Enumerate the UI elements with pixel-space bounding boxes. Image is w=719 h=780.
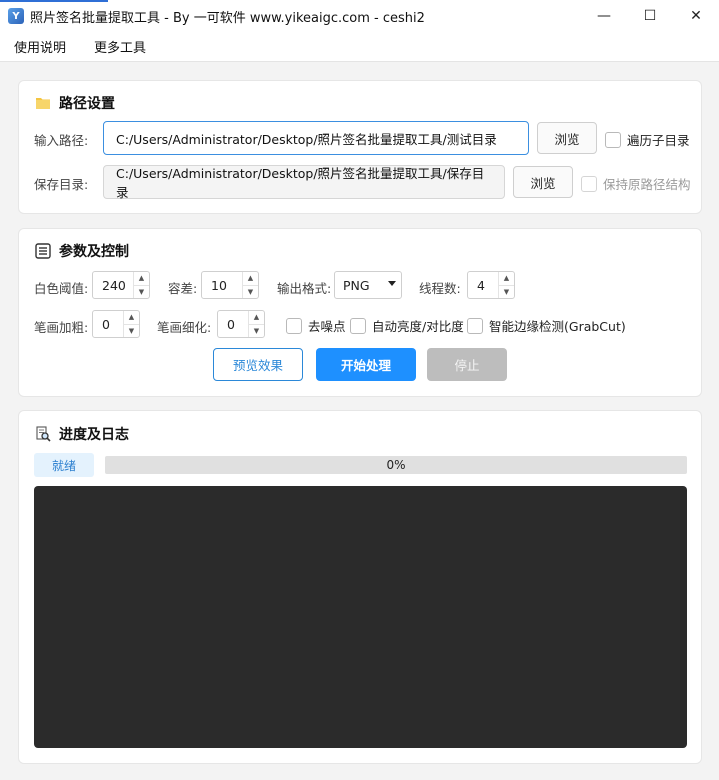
keep-structure-checkbox-box[interactable] [581, 175, 597, 192]
menu-help[interactable]: 使用说明 [0, 37, 80, 56]
log-header: 进度及日志 [35, 424, 129, 444]
recursive-checkbox[interactable]: 遍历子目录 [605, 130, 690, 149]
spin-down-icon[interactable]: ▼ [243, 286, 258, 299]
start-button[interactable]: 开始处理 [316, 348, 416, 381]
tolerance-label: 容差: [168, 281, 198, 296]
threads-spinbox[interactable]: 4 ▲ ▼ [467, 271, 515, 299]
log-card: 进度及日志 就绪 0% [18, 410, 702, 764]
output-path-label: 保存目录: [34, 177, 89, 192]
white-threshold-arrows[interactable]: ▲ ▼ [133, 272, 149, 298]
window-title: 照片签名批量提取工具 - By 一可软件 www.yikeaigc.com - … [30, 10, 425, 26]
denoise-checkbox[interactable]: 去噪点 [286, 316, 346, 335]
stroke-bold-arrows[interactable]: ▲ ▼ [123, 311, 139, 337]
format-label: 输出格式: [277, 281, 332, 296]
path-settings-title: 路径设置 [59, 96, 115, 112]
input-path-field[interactable]: C:/Users/Administrator/Desktop/照片签名批量提取工… [103, 121, 529, 155]
format-value[interactable]: PNG [343, 278, 370, 293]
stroke-thin-arrows[interactable]: ▲ ▼ [248, 311, 264, 337]
auto-contrast-checkbox[interactable]: 自动亮度/对比度 [350, 316, 464, 335]
progress-text: 0% [386, 458, 406, 472]
spin-down-icon[interactable]: ▼ [499, 286, 514, 299]
white-threshold-spinbox[interactable]: 240 ▲ ▼ [92, 271, 150, 299]
spin-down-icon[interactable]: ▼ [249, 325, 264, 338]
maximize-button[interactable]: ☐ [627, 0, 673, 32]
menu-more-tools[interactable]: 更多工具 [80, 37, 160, 56]
tolerance-value[interactable]: 10 [202, 278, 242, 293]
title-bar: Y 照片签名批量提取工具 - By 一可软件 www.yikeaigc.com … [0, 0, 719, 32]
params-title: 参数及控制 [59, 244, 129, 260]
spin-up-icon[interactable]: ▲ [124, 311, 139, 325]
menu-bar: 使用说明 更多工具 [0, 32, 719, 62]
spin-down-icon[interactable]: ▼ [134, 286, 149, 299]
white-threshold-label: 白色阈值: [34, 281, 89, 296]
log-output[interactable] [34, 486, 687, 748]
stroke-thin-spinbox[interactable]: 0 ▲ ▼ [217, 310, 265, 338]
progress-bar: 0% [105, 456, 687, 474]
stroke-bold-value[interactable]: 0 [93, 317, 123, 332]
minimize-button[interactable]: — [581, 0, 627, 32]
tolerance-spinbox[interactable]: 10 ▲ ▼ [201, 271, 259, 299]
browse-input-button[interactable]: 浏览 [537, 122, 597, 154]
grabcut-checkbox-box[interactable] [467, 317, 483, 334]
chevron-down-icon[interactable] [388, 281, 396, 286]
spin-up-icon[interactable]: ▲ [499, 272, 514, 286]
tolerance-arrows[interactable]: ▲ ▼ [242, 272, 258, 298]
keep-structure-checkbox-label: 保持原路径结构 [603, 177, 691, 192]
format-select[interactable]: PNG [334, 271, 402, 299]
path-settings-header: 路径设置 [35, 93, 115, 113]
threads-arrows[interactable]: ▲ ▼ [498, 272, 514, 298]
log-title: 进度及日志 [59, 427, 129, 443]
auto-contrast-checkbox-box[interactable] [350, 317, 366, 334]
grabcut-checkbox-label: 智能边缘检测(GrabCut) [489, 319, 626, 334]
browse-output-button[interactable]: 浏览 [513, 166, 573, 198]
recursive-checkbox-label: 遍历子目录 [627, 133, 690, 148]
auto-contrast-checkbox-label: 自动亮度/对比度 [372, 319, 464, 334]
grabcut-checkbox[interactable]: 智能边缘检测(GrabCut) [467, 316, 626, 335]
params-card: 参数及控制 白色阈值: 240 ▲ ▼ 容差: 10 ▲ ▼ 输出格式: PNG 线… [18, 228, 702, 397]
white-threshold-value[interactable]: 240 [93, 278, 133, 293]
recursive-checkbox-box[interactable] [605, 131, 621, 148]
close-button[interactable]: ✕ [673, 0, 719, 32]
stroke-thin-value[interactable]: 0 [218, 317, 248, 332]
denoise-checkbox-label: 去噪点 [308, 319, 346, 334]
stroke-bold-spinbox[interactable]: 0 ▲ ▼ [92, 310, 140, 338]
spin-up-icon[interactable]: ▲ [134, 272, 149, 286]
stop-button[interactable]: 停止 [427, 348, 507, 381]
search-document-icon [35, 426, 51, 442]
denoise-checkbox-box[interactable] [286, 317, 302, 334]
stroke-bold-label: 笔画加粗: [34, 320, 89, 335]
spin-down-icon[interactable]: ▼ [124, 325, 139, 338]
input-path-label: 输入路径: [34, 133, 89, 148]
threads-label: 线程数: [419, 281, 461, 296]
status-badge: 就绪 [34, 453, 94, 477]
path-settings-card: 路径设置 输入路径: C:/Users/Administrator/Deskto… [18, 80, 702, 214]
threads-value[interactable]: 4 [468, 278, 498, 293]
keep-structure-checkbox[interactable]: 保持原路径结构 [581, 174, 691, 193]
output-path-field[interactable]: C:/Users/Administrator/Desktop/照片签名批量提取工… [103, 165, 505, 200]
spin-up-icon[interactable]: ▲ [249, 311, 264, 325]
spin-up-icon[interactable]: ▲ [243, 272, 258, 286]
preview-button[interactable]: 预览效果 [213, 348, 303, 381]
list-icon [35, 243, 51, 259]
folder-icon [35, 95, 51, 111]
stroke-thin-label: 笔画细化: [157, 320, 212, 335]
params-header: 参数及控制 [35, 241, 129, 261]
window-controls: — ☐ ✕ [581, 0, 719, 32]
title-accent [0, 0, 108, 2]
app-logo-icon: Y [8, 8, 24, 24]
